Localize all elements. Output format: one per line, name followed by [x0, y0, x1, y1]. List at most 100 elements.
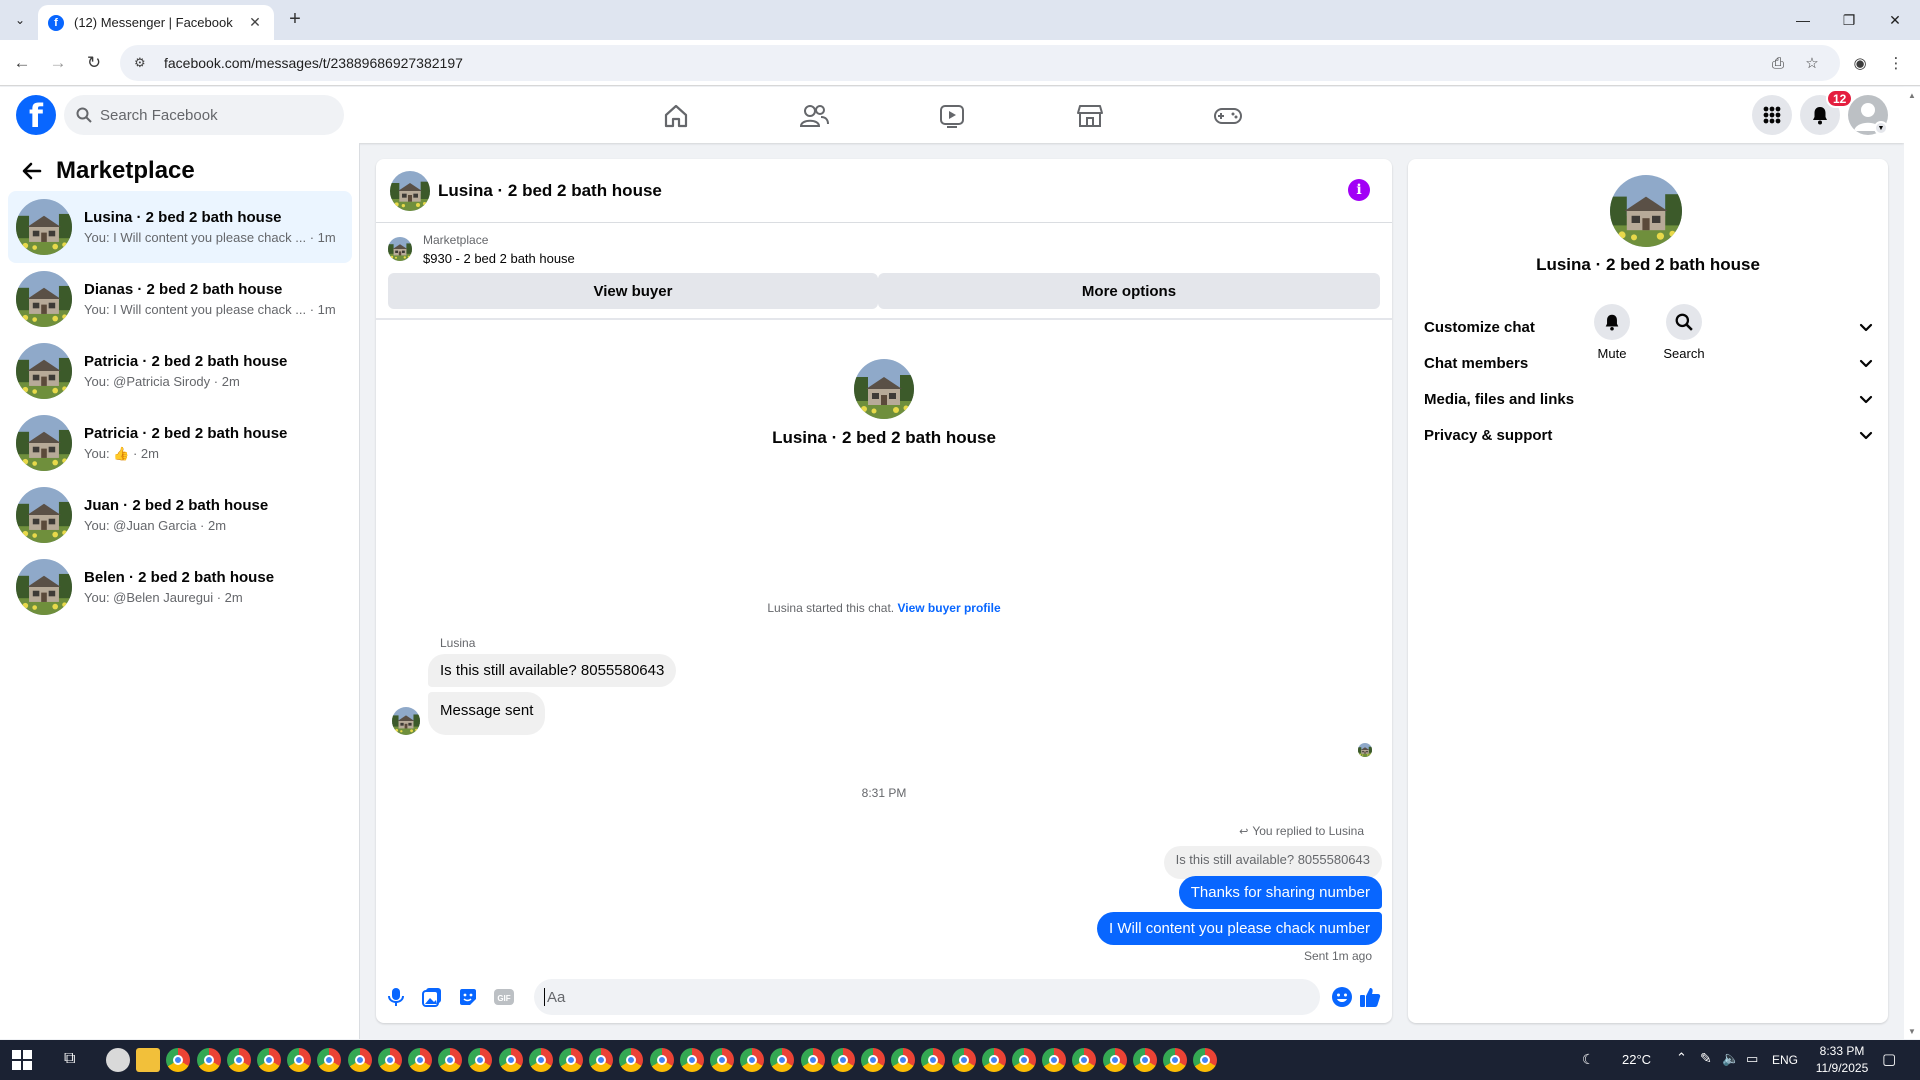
- info-section-media-files-and-links[interactable]: Media, files and links: [1424, 381, 1874, 417]
- chrome-icon[interactable]: [861, 1048, 885, 1072]
- chrome-icon[interactable]: [1042, 1048, 1067, 1072]
- profile-icon[interactable]: ◉: [1848, 51, 1872, 75]
- conversation-item[interactable]: Lusina · 2 bed 2 bath house You: I Will c…: [8, 191, 352, 263]
- close-window-icon[interactable]: ✕: [1872, 0, 1918, 40]
- restore-window-icon[interactable]: ❐: [1826, 0, 1872, 40]
- chat-title[interactable]: Lusina · 2 bed 2 bath house: [438, 181, 662, 201]
- chrome-icon[interactable]: [226, 1048, 251, 1072]
- clock-time[interactable]: 8:33 PM: [1812, 1044, 1872, 1058]
- chrome-icon[interactable]: [740, 1048, 765, 1072]
- notification-center-icon[interactable]: ▢: [1882, 1050, 1896, 1068]
- chrome-icon[interactable]: [559, 1048, 583, 1072]
- outgoing-message[interactable]: I Will content you please chack number: [1097, 912, 1382, 945]
- account-caret-icon[interactable]: ▼: [1874, 121, 1888, 135]
- chrome-icon[interactable]: [498, 1048, 523, 1072]
- close-tab-icon[interactable]: ✕: [246, 14, 264, 31]
- speaker-icon[interactable]: 🔈: [1722, 1050, 1739, 1067]
- info-icon[interactable]: i: [1348, 179, 1370, 201]
- chrome-icon[interactable]: [377, 1048, 402, 1072]
- chrome-icon[interactable]: [800, 1048, 825, 1072]
- nav-friends[interactable]: [758, 91, 870, 141]
- like-button[interactable]: [1356, 983, 1384, 1011]
- browser-tab-messenger[interactable]: f (12) Messenger | Facebook ✕: [38, 5, 274, 40]
- incoming-message[interactable]: Message sent: [428, 692, 546, 735]
- attach-photo-button[interactable]: [418, 983, 446, 1011]
- chrome-icon[interactable]: [770, 1048, 795, 1072]
- bookmark-star-icon[interactable]: ☆: [1800, 51, 1824, 75]
- chrome-icon[interactable]: [1102, 1048, 1127, 1072]
- chrome-icon[interactable]: [438, 1048, 463, 1072]
- nav-video[interactable]: [896, 91, 1008, 141]
- chrome-icon[interactable]: [1163, 1048, 1187, 1072]
- forward-arrow-icon[interactable]: →: [46, 51, 70, 75]
- chrome-icon[interactable]: [468, 1048, 493, 1072]
- chrome-icon[interactable]: [528, 1048, 553, 1072]
- chrome-icon[interactable]: [1012, 1048, 1036, 1072]
- outgoing-message[interactable]: Thanks for sharing number: [1178, 876, 1382, 909]
- chrome-icon[interactable]: [830, 1048, 855, 1072]
- view-buyer-button[interactable]: View buyer: [388, 273, 878, 309]
- back-arrow-icon[interactable]: [20, 159, 44, 183]
- chrome-icon[interactable]: [710, 1048, 734, 1072]
- task-view-icon[interactable]: ⧉: [64, 1050, 75, 1068]
- info-section-customize-chat[interactable]: Customize chat: [1424, 309, 1874, 345]
- info-section-chat-members[interactable]: Chat members: [1424, 345, 1874, 381]
- chrome-icon[interactable]: [649, 1048, 674, 1072]
- scroll-down-icon[interactable]: ▼: [1908, 1027, 1916, 1036]
- conversation-item[interactable]: Belen · 2 bed 2 bath house You: @Belen Ja…: [8, 551, 352, 623]
- network-icon[interactable]: ▭: [1746, 1051, 1758, 1067]
- reload-icon[interactable]: ↻: [82, 51, 106, 75]
- search-input[interactable]: [100, 106, 300, 124]
- chrome-icon[interactable]: [196, 1048, 221, 1072]
- menu-grid-button[interactable]: [1752, 95, 1792, 135]
- windows-start-icon[interactable]: [12, 1050, 32, 1070]
- chrome-icon[interactable]: [891, 1048, 916, 1072]
- chrome-icon[interactable]: [317, 1048, 342, 1072]
- sticker-button[interactable]: [454, 983, 482, 1011]
- chat-avatar[interactable]: [390, 170, 430, 211]
- clock-date[interactable]: 11/9/2025: [1812, 1061, 1872, 1075]
- info-avatar[interactable]: [1610, 175, 1682, 247]
- pen-icon[interactable]: ✎: [1700, 1050, 1712, 1067]
- chrome-icon[interactable]: [619, 1048, 644, 1072]
- facebook-search[interactable]: [64, 95, 344, 135]
- weather-temp[interactable]: 22°C: [1622, 1052, 1651, 1067]
- system-tray-chevron-icon[interactable]: ⌃: [1676, 1050, 1687, 1066]
- info-section-privacy-support[interactable]: Privacy & support: [1424, 417, 1874, 453]
- tab-search-dropdown-icon[interactable]: ⌄: [8, 9, 32, 31]
- chrome-icon[interactable]: [589, 1048, 614, 1072]
- view-buyer-profile-link[interactable]: View buyer profile: [897, 601, 1000, 615]
- emoji-button[interactable]: [1328, 983, 1356, 1011]
- chrome-icon[interactable]: [347, 1048, 372, 1072]
- chrome-icon[interactable]: [951, 1048, 976, 1072]
- chrome-icon[interactable]: [1072, 1048, 1097, 1072]
- weather-icon[interactable]: ☾: [1582, 1051, 1595, 1068]
- install-app-icon[interactable]: ⎙: [1766, 51, 1790, 75]
- scroll-up-icon[interactable]: ▲: [1908, 91, 1916, 100]
- more-options-button[interactable]: More options: [878, 273, 1380, 309]
- facebook-logo-icon[interactable]: f: [16, 95, 56, 135]
- message-input[interactable]: [547, 988, 1247, 1006]
- listing-price-title[interactable]: $930 - 2 bed 2 bath house: [423, 251, 575, 266]
- file-explorer-icon[interactable]: [136, 1048, 161, 1072]
- language-indicator[interactable]: ENG: [1772, 1053, 1798, 1067]
- conversation-item[interactable]: Juan · 2 bed 2 bath house You: @Juan Garc…: [8, 479, 352, 551]
- conversation-item[interactable]: Dianas · 2 bed 2 bath house You: I Will c…: [8, 263, 352, 335]
- site-info-icon[interactable]: ⚙: [134, 55, 150, 71]
- chrome-icon[interactable]: [166, 1048, 191, 1072]
- gif-button[interactable]: GIF: [490, 983, 518, 1011]
- nav-home[interactable]: [620, 91, 732, 141]
- message-input-wrap[interactable]: [534, 979, 1320, 1015]
- app-icon[interactable]: [106, 1048, 130, 1072]
- chrome-icon[interactable]: [257, 1048, 281, 1072]
- nav-gaming[interactable]: [1172, 91, 1284, 141]
- chrome-icon[interactable]: [408, 1048, 432, 1072]
- sender-avatar[interactable]: [392, 707, 420, 735]
- chrome-icon[interactable]: [287, 1048, 312, 1072]
- minimize-window-icon[interactable]: —: [1780, 0, 1826, 40]
- chrome-icon[interactable]: [679, 1048, 704, 1072]
- chrome-icon[interactable]: [921, 1048, 946, 1072]
- listing-thumbnail[interactable]: [388, 237, 412, 261]
- new-tab-icon[interactable]: +: [282, 9, 308, 31]
- quoted-message[interactable]: Is this still available? 8055580643: [1163, 846, 1382, 879]
